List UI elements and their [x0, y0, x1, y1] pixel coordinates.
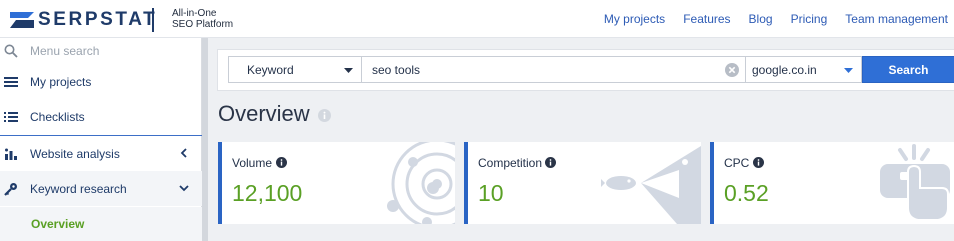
menu-search-placeholder: Menu search	[30, 44, 100, 58]
menu-icon	[4, 76, 18, 87]
tagline-line-2: SEO Platform	[172, 19, 234, 30]
info-icon[interactable]	[276, 157, 287, 168]
sidebar-item-checklists[interactable]: Checklists	[0, 99, 202, 134]
search-button-label: Search	[888, 62, 929, 77]
competition-card: Competition 10	[464, 142, 701, 224]
nav-blog[interactable]: Blog	[749, 12, 773, 26]
caret-down-icon	[844, 68, 853, 73]
click-icon	[880, 144, 950, 221]
search-button[interactable]: Search	[862, 56, 954, 83]
search-type-select[interactable]: Keyword	[228, 56, 361, 83]
volume-value: 12,100	[232, 180, 303, 206]
sidebar-item-label: Website analysis	[30, 146, 120, 161]
search-type-value: Keyword	[247, 62, 294, 77]
info-icon[interactable]	[545, 157, 556, 168]
clear-icon[interactable]	[725, 63, 739, 77]
chevron-down-icon	[179, 185, 189, 192]
volume-label: Volume	[232, 156, 273, 170]
checklist-icon	[4, 111, 18, 122]
sidebar-item-keyword-research[interactable]: Keyword research	[0, 171, 202, 206]
info-icon[interactable]	[753, 157, 764, 168]
orbit-icon	[387, 142, 455, 224]
nav-pricing[interactable]: Pricing	[791, 12, 828, 26]
cpc-card: CPC 0.52	[710, 142, 954, 224]
tagline: All-in-One SEO Platform	[172, 8, 233, 30]
logo-text: SERPSTAT	[38, 9, 158, 30]
chart-icon	[5, 148, 17, 160]
nav-my-projects[interactable]: My projects	[604, 12, 665, 26]
sidebar-item-label: Checklists	[30, 109, 85, 124]
info-icon[interactable]	[318, 109, 331, 122]
search-panel: Keyword seo tools google.co.in Search	[217, 49, 954, 91]
sidebar-item-label: Keyword research	[30, 181, 127, 196]
serpstat-logo[interactable]: SERPSTAT	[10, 9, 157, 31]
tagline-line-1: All-in-One	[172, 8, 217, 19]
top-navigation: My projects Features Blog Pricing Team m…	[586, 12, 948, 26]
caret-down-icon	[344, 68, 353, 73]
chevron-left-icon	[180, 148, 187, 158]
keyword-input-value: seo tools	[372, 62, 421, 77]
logo-separator	[152, 8, 154, 32]
sidebar: Menu search My projects Checklists Websi…	[0, 38, 202, 241]
competition-label: Competition	[478, 156, 543, 170]
sidebar-scroll-strip	[202, 38, 208, 241]
sidebar-subitem-label: Overview	[31, 217, 85, 231]
volume-card: Volume 12,100	[218, 142, 455, 224]
nav-team-management[interactable]: Team management	[845, 12, 948, 26]
fish-icon	[601, 146, 701, 224]
database-select[interactable]: google.co.in	[746, 56, 862, 83]
nav-features[interactable]: Features	[683, 12, 730, 26]
database-value: google.co.in	[752, 62, 817, 77]
menu-search[interactable]: Menu search	[0, 38, 202, 64]
sidebar-item-my-projects[interactable]: My projects	[0, 64, 202, 99]
logo-mark-icon	[10, 12, 34, 28]
search-icon	[4, 44, 18, 58]
competition-value: 10	[478, 180, 504, 206]
sidebar-item-website-analysis[interactable]: Website analysis	[0, 136, 202, 171]
cpc-label: CPC	[724, 156, 750, 170]
top-header: SERPSTAT All-in-One SEO Platform My proj…	[0, 0, 954, 38]
sidebar-item-label: My projects	[30, 74, 92, 89]
page-title: Overview	[218, 101, 310, 126]
cpc-value: 0.52	[724, 180, 769, 206]
keyword-input[interactable]: seo tools	[361, 56, 746, 83]
key-icon	[4, 182, 17, 196]
sidebar-subitem-overview[interactable]: Overview	[0, 207, 202, 241]
